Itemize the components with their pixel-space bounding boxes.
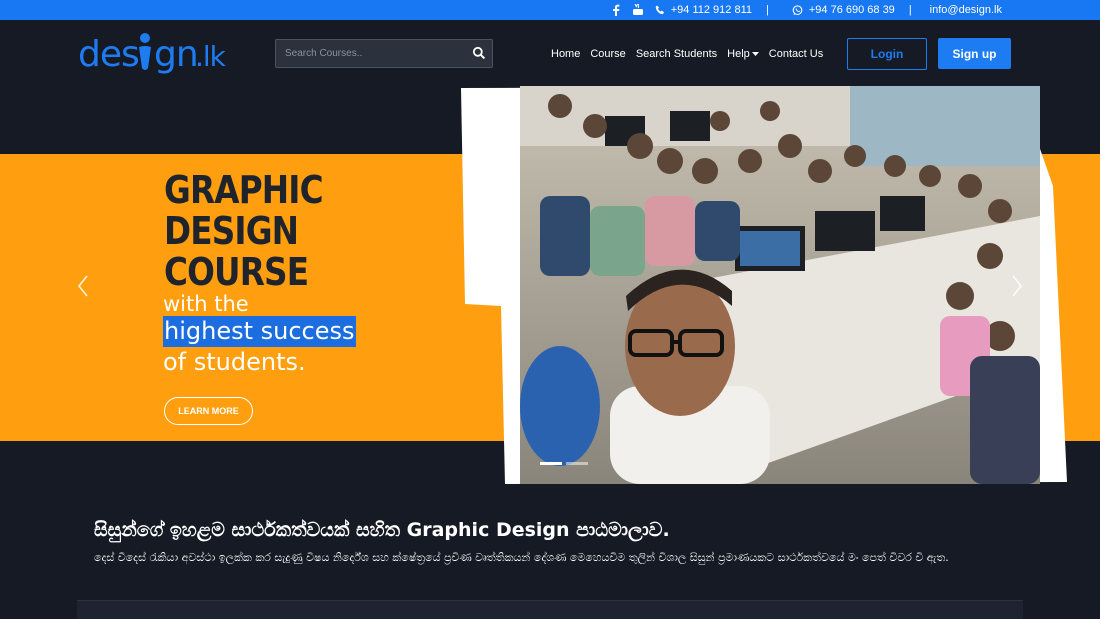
carousel-dot[interactable] xyxy=(566,462,588,465)
main-nav: Home Course Search Students Help Contact… xyxy=(551,48,833,60)
login-button[interactable]: Login xyxy=(847,38,927,70)
carousel-indicators xyxy=(540,462,592,465)
learn-more-button[interactable]: LEARN MORE xyxy=(164,397,253,425)
chevron-right-icon[interactable] xyxy=(1008,272,1026,300)
hero-title-line: DESIGN xyxy=(164,209,299,253)
svg-text:.lk: .lk xyxy=(195,40,227,73)
hero-highlight: highest success xyxy=(163,316,356,347)
hero-class-photo xyxy=(520,86,1040,484)
nav-contact-us[interactable]: Contact Us xyxy=(769,48,823,60)
nav-search-students[interactable]: Search Students xyxy=(636,48,717,60)
nav-home[interactable]: Home xyxy=(551,48,580,60)
search-icon[interactable] xyxy=(472,46,486,60)
facebook-icon[interactable] xyxy=(609,3,623,17)
phone-number[interactable]: +94 112 912 811 xyxy=(671,4,752,16)
section-description: දෙස් වීදෙස් රැකියා අවස්ථා ඉලක්ක කර සැදුණ… xyxy=(94,551,949,564)
signup-button[interactable]: Sign up xyxy=(938,38,1011,69)
hero-subtitle: with the highest success of students. xyxy=(163,292,356,378)
whatsapp-icon xyxy=(791,3,805,17)
course-search xyxy=(275,39,493,68)
nav-help-label: Help xyxy=(727,48,750,60)
nav-help[interactable]: Help xyxy=(727,48,759,60)
section-title: සිසුන්ගේ ඉහළම සාර්ථකත්වයක් සහිත Graphic … xyxy=(94,519,670,541)
youtube-icon[interactable] xyxy=(631,3,645,17)
contact-topbar: +94 112 912 811 | +94 76 690 68 39 | inf… xyxy=(0,0,1100,20)
caret-down-icon xyxy=(751,52,759,56)
hero-sub-line: with the xyxy=(163,292,249,316)
chevron-left-icon[interactable] xyxy=(74,272,92,300)
hero-title: GRAPHIC DESIGN COURSE xyxy=(164,168,324,294)
content-panel xyxy=(77,600,1023,619)
search-input[interactable] xyxy=(276,40,466,67)
hero-sub-line: of students. xyxy=(163,348,306,376)
hero-title-line: COURSE xyxy=(164,250,309,294)
topbar-separator: | xyxy=(766,4,769,16)
site-logo[interactable]: des gn .lk xyxy=(78,32,238,76)
carousel-dot[interactable] xyxy=(540,462,562,465)
nav-course[interactable]: Course xyxy=(590,48,625,60)
topbar-separator: | xyxy=(908,4,912,16)
site-header: des gn .lk Home Course Search Students H… xyxy=(0,20,1100,86)
phone-icon xyxy=(653,3,667,17)
svg-text:gn: gn xyxy=(154,34,198,75)
email-link[interactable]: info@design.lk xyxy=(930,4,1002,16)
hero-title-line: GRAPHIC xyxy=(164,168,324,212)
svg-text:des: des xyxy=(78,34,139,75)
whatsapp-number[interactable]: +94 76 690 68 39 xyxy=(809,4,895,16)
